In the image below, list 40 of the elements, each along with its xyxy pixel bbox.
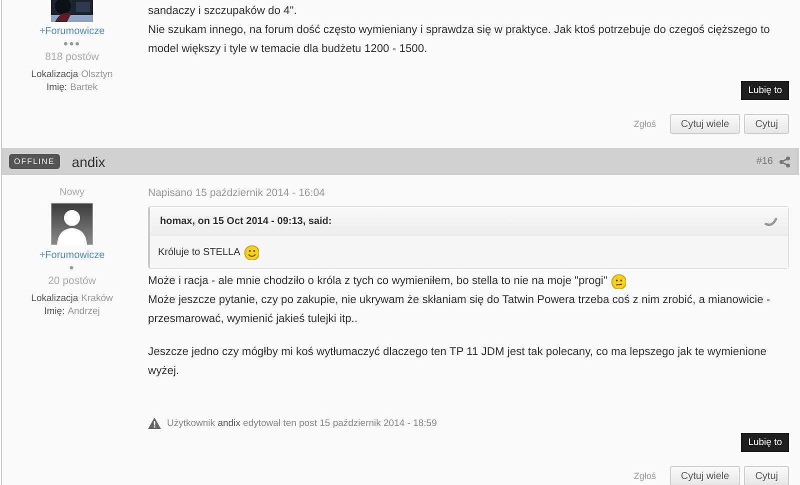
post-date: Napisano 15 październik 2014 - 16:04 xyxy=(148,187,326,199)
share-icon[interactable] xyxy=(779,156,791,168)
name-label: Imię: xyxy=(46,82,68,93)
name-value: Andrzej xyxy=(68,306,100,317)
post-count: 818 postów xyxy=(45,50,99,64)
avatar-icon xyxy=(51,203,93,245)
status-badge: OFFLINE xyxy=(9,154,60,169)
username[interactable]: andix xyxy=(72,154,106,170)
name-label: Imię: xyxy=(44,306,65,317)
post-text: Może jeszcze pytanie, czy po zakupie, nie ukrywam że skłaniam się do Tatwin Powera trzeba coś z nim zrobić, a mianowicie - xyxy=(148,293,770,308)
quote-button[interactable]: Cytuj wiele xyxy=(670,466,740,485)
like-button[interactable]: Lubię to xyxy=(741,81,789,100)
rank-pips: ●●● xyxy=(63,38,81,50)
group-link[interactable]: +Forumowicze xyxy=(39,250,105,262)
like-button[interactable]: Lubię to xyxy=(741,433,789,452)
post-count: 20 postów xyxy=(48,274,96,288)
post-text: model większy i tyle w temacie dla budżetu 1200 - 1500. xyxy=(148,42,428,57)
quote-text: Króluje to STELLA xyxy=(158,246,240,258)
location-value: Kraków xyxy=(81,293,113,304)
post-text: Może i racja - ale mnie chodziło o króla z tych co wymieniłem, bo stella to nie na moje "progi" xyxy=(148,274,608,289)
name-value: Bartek xyxy=(70,82,98,93)
location-label: Lokalizacja xyxy=(31,293,78,304)
post-text: Jeszcze jedno czy mógłby mi koś wytłumaczyć dlaczego ten TP 11 JDM jest tak polecany, co ma lepszego jak te wymienione xyxy=(148,345,766,360)
location-value: Olsztyn xyxy=(81,69,113,80)
post-text: wyżej. xyxy=(148,364,180,379)
smiley-icon xyxy=(244,244,260,260)
warning-icon xyxy=(148,417,161,429)
post-text: sandaczy i szczupaków do 4". xyxy=(148,4,297,19)
post-text: Nie szukam innego, na forum dość często wymieniany i sprawdza się w praktyce. Jak ktoś potrzebuje do czegoś cięższego to xyxy=(148,23,770,38)
location-label: Lokalizacja xyxy=(31,69,78,80)
edit-note: Użytkownik andix edytował ten post 15 październik 2014 - 18:59 xyxy=(167,418,437,428)
unsure-face-icon xyxy=(611,274,626,289)
quote-citation: homax, on 15 Oct 2014 - 09:13, said: xyxy=(160,216,332,227)
quote-button[interactable]: Cytuj wiele xyxy=(670,114,740,134)
quote-button[interactable]: Cytuj xyxy=(744,466,789,485)
rank-pips: ● xyxy=(69,262,75,274)
post-text: przesmarować, wymienić jakieś tulejki itp.. xyxy=(148,312,358,327)
quote-button[interactable]: Cytuj xyxy=(744,114,789,134)
rank-title: Nowy xyxy=(59,187,84,198)
group-link[interactable]: +Forumowicze xyxy=(39,26,105,38)
